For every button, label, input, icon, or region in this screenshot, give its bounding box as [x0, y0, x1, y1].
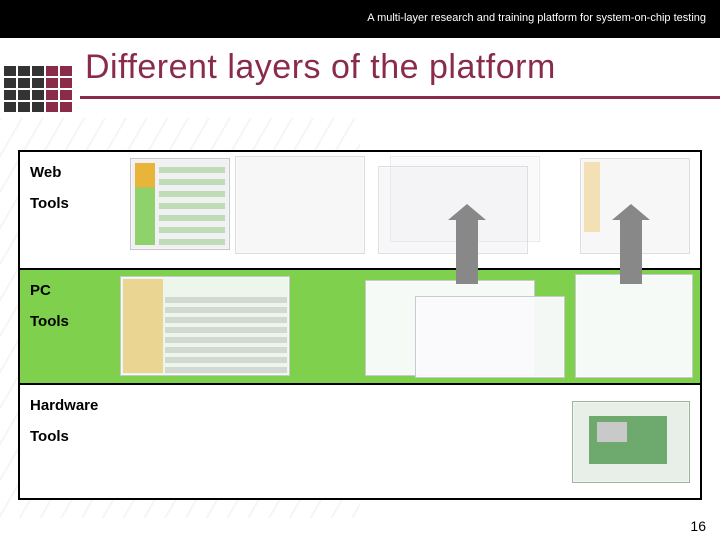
layer-hardware: Hardware Tools — [20, 385, 700, 500]
layers-diagram: Web Tools PC Tools Hardware Tools — [18, 150, 702, 500]
title-area: Different layers of the platform — [0, 38, 720, 118]
screenshot-thumbnail — [575, 274, 693, 378]
logo-icon — [4, 66, 72, 112]
layer-web: Web Tools — [20, 152, 700, 270]
screenshot-thumbnail — [235, 156, 365, 254]
arrow-up-icon — [456, 218, 478, 284]
page-number: 16 — [690, 518, 706, 534]
arrow-up-icon — [620, 218, 642, 284]
screenshot-thumbnail — [120, 276, 290, 376]
header-subtitle: A multi-layer research and training plat… — [367, 12, 706, 24]
screenshot-thumbnail — [130, 158, 230, 250]
hardware-board-thumbnail — [572, 401, 690, 483]
page-title: Different layers of the platform — [85, 48, 556, 87]
screenshot-thumbnail — [415, 296, 565, 378]
layer-pc: PC Tools — [20, 270, 700, 385]
title-underline — [80, 96, 720, 99]
slide-header: A multi-layer research and training plat… — [0, 0, 720, 38]
